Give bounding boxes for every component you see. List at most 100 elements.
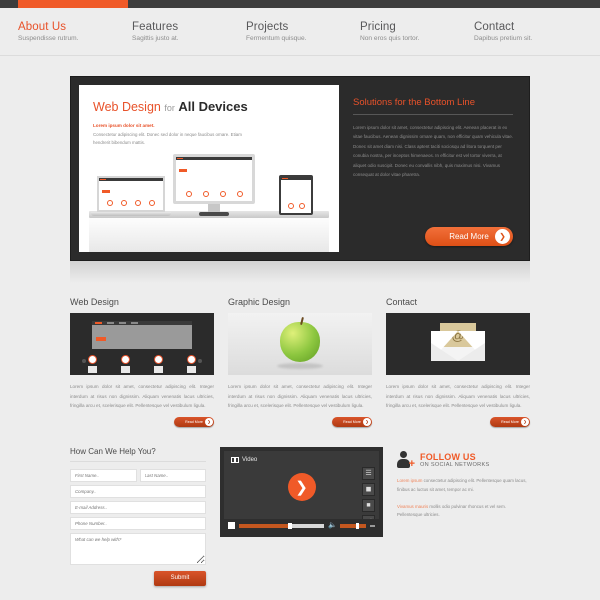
divider bbox=[70, 460, 206, 462]
video-label-text: Video bbox=[242, 456, 258, 463]
first-name-input[interactable] bbox=[70, 468, 137, 482]
hero-panel-title-rest: for the Bottom Line bbox=[392, 97, 476, 108]
hero-text-panel: Solutions for the Bottom Line Lorem ipsu… bbox=[339, 77, 529, 260]
hero-read-more-label: Read More bbox=[449, 232, 489, 241]
column-read-more-label: Read More bbox=[343, 419, 361, 424]
column-read-more-label: Read More bbox=[185, 419, 203, 424]
hero-panel-title: Solutions for the Bottom Line bbox=[353, 97, 513, 108]
feature-columns: Web Design Lorem ipsum dolor sit amet, c… bbox=[70, 297, 530, 427]
divider bbox=[353, 114, 513, 115]
hero-lead-text: Lorem ipsum dolor sit amet. bbox=[93, 123, 155, 128]
column-read-more-button[interactable]: Read More ❯ bbox=[174, 416, 214, 427]
volume-handle[interactable] bbox=[355, 522, 359, 529]
screen-icon[interactable]: ◼ bbox=[362, 482, 375, 496]
column-read-more-button[interactable]: Read More ❯ bbox=[490, 416, 530, 427]
follow-paragraph-2: Vivamus mauris mollis odio pulvinar rhon… bbox=[397, 503, 530, 521]
chart-icon[interactable]: ■ bbox=[362, 498, 375, 512]
form-title: How Can We Help You? bbox=[70, 446, 156, 456]
volume-slider[interactable] bbox=[340, 522, 366, 529]
follow-link-2[interactable]: Vivamus mauris bbox=[397, 504, 428, 509]
apple-shadow bbox=[277, 363, 323, 369]
column-graphic-design: Graphic Design Lorem ipsum dolor sit ame… bbox=[228, 297, 372, 427]
video-controls: 🔈 bbox=[224, 518, 379, 533]
nav-subtitle: Fermentum quisque. bbox=[246, 35, 307, 42]
chevron-right-icon: ❯ bbox=[363, 417, 371, 426]
follow-title: FOLLOW US bbox=[420, 451, 476, 462]
nav-item-projects[interactable]: Projects Fermentum quisque. bbox=[246, 21, 360, 42]
column-body: Lorem ipsum dolor sit amet, consectetur … bbox=[228, 384, 372, 409]
contact-form: How Can We Help You? Submit bbox=[70, 447, 206, 586]
tablet-mockup bbox=[279, 175, 313, 215]
envelope-icon: @ bbox=[431, 323, 485, 361]
column-read-more-label: Read More bbox=[501, 419, 519, 424]
hero-headline: Web Design for All Devices bbox=[93, 99, 339, 114]
chevron-right-icon: ❯ bbox=[521, 417, 529, 426]
play-button[interactable]: ❯ bbox=[287, 473, 316, 501]
hero-headline-for: for bbox=[164, 103, 175, 113]
hero-headline-accent: Web Design bbox=[93, 100, 161, 114]
nav-title: Features bbox=[132, 21, 179, 33]
column-body: Lorem ipsum dolor sit amet, consectetur … bbox=[386, 384, 530, 409]
progress-fill bbox=[239, 523, 290, 528]
contact-thumbnail[interactable]: @ bbox=[386, 313, 530, 375]
add-user-icon: + bbox=[397, 450, 415, 469]
column-body: Lorem ipsum dolor sit amet, consectetur … bbox=[70, 384, 214, 409]
submit-button[interactable]: Submit bbox=[154, 570, 206, 586]
follow-link-1[interactable]: Lorem ipsum bbox=[397, 478, 422, 483]
list-icon[interactable]: ☰ bbox=[362, 466, 375, 480]
chevron-right-icon: ❯ bbox=[205, 417, 213, 426]
progress-remaining bbox=[291, 523, 324, 528]
column-contact: Contact @ Lorem ipsum dolor sit amet, co… bbox=[386, 297, 530, 427]
message-textarea[interactable] bbox=[70, 532, 206, 565]
top-accent-bar bbox=[0, 0, 600, 8]
last-name-input[interactable] bbox=[139, 468, 206, 482]
main-navigation: About Us Suspendisse rutrum. Features Sa… bbox=[0, 8, 600, 56]
volume-end-marker bbox=[370, 524, 375, 527]
graphic-design-thumbnail[interactable] bbox=[228, 313, 372, 375]
nav-subtitle: Sagittis justo at. bbox=[132, 35, 179, 42]
nav-subtitle: Suspendisse rutrum. bbox=[18, 35, 79, 42]
column-title: Graphic Design bbox=[228, 297, 291, 307]
speaker-icon[interactable]: 🔈 bbox=[328, 522, 337, 529]
follow-paragraph-1: Lorem ipsum consectetur adipiscing elit.… bbox=[397, 477, 530, 495]
hero-read-more-button[interactable]: Read More ❯ bbox=[425, 227, 513, 246]
hd-badge-icon bbox=[231, 456, 239, 463]
top-accent-segment bbox=[18, 0, 128, 8]
nav-item-contact[interactable]: Contact Dapibus pretium sit. bbox=[474, 21, 588, 42]
device-mockups bbox=[79, 144, 339, 252]
nav-title: Projects bbox=[246, 21, 289, 33]
stop-button[interactable] bbox=[228, 522, 235, 530]
hero-shadow bbox=[70, 261, 530, 283]
follow-us-section: + FOLLOW US ON SOCIAL NETWORKS Lorem ips… bbox=[397, 447, 530, 586]
nav-title: Pricing bbox=[360, 21, 396, 33]
hero-banner: Web Design for All Devices Lorem ipsum d… bbox=[70, 76, 530, 261]
chevron-right-icon: ❯ bbox=[495, 229, 510, 244]
follow-subtitle: ON SOCIAL NETWORKS bbox=[420, 461, 490, 468]
video-label: Video bbox=[231, 456, 258, 463]
hero-headline-strong: All Devices bbox=[178, 99, 248, 114]
hero-section: Web Design for All Devices Lorem ipsum d… bbox=[70, 76, 530, 283]
progress-bar[interactable] bbox=[239, 522, 324, 529]
bottom-section: How Can We Help You? Submit Video ❯ ☰ ◼ … bbox=[70, 446, 530, 586]
hero-panel-title-accent: Solutions bbox=[353, 97, 393, 108]
hero-showcase: Web Design for All Devices Lorem ipsum d… bbox=[79, 85, 339, 252]
laptop-mockup bbox=[91, 176, 171, 216]
hero-panel-body: Lorem ipsum dolor sit amet, consectetur … bbox=[353, 125, 514, 178]
video-player[interactable]: Video ❯ ☰ ◼ ■ ◢ 🔈 bbox=[220, 446, 383, 537]
column-web-design: Web Design Lorem ipsum dolor sit amet, c… bbox=[70, 297, 214, 427]
nav-item-about-us[interactable]: About Us Suspendisse rutrum. bbox=[18, 21, 132, 42]
nav-title: Contact bbox=[474, 21, 515, 33]
column-title: Contact bbox=[386, 297, 418, 307]
shelf-front bbox=[89, 218, 329, 252]
nav-item-pricing[interactable]: Pricing Non eros quis tortor. bbox=[360, 21, 474, 42]
email-input[interactable] bbox=[70, 500, 206, 514]
web-design-thumbnail[interactable] bbox=[70, 313, 214, 375]
nav-item-features[interactable]: Features Sagittis justo at. bbox=[132, 21, 246, 42]
phone-input[interactable] bbox=[70, 516, 206, 530]
nav-title: About Us bbox=[18, 21, 67, 33]
nav-subtitle: Dapibus pretium sit. bbox=[474, 35, 533, 42]
column-read-more-button[interactable]: Read More ❯ bbox=[332, 416, 372, 427]
company-input[interactable] bbox=[70, 484, 206, 498]
column-title: Web Design bbox=[70, 297, 119, 307]
progress-handle[interactable] bbox=[288, 522, 293, 529]
